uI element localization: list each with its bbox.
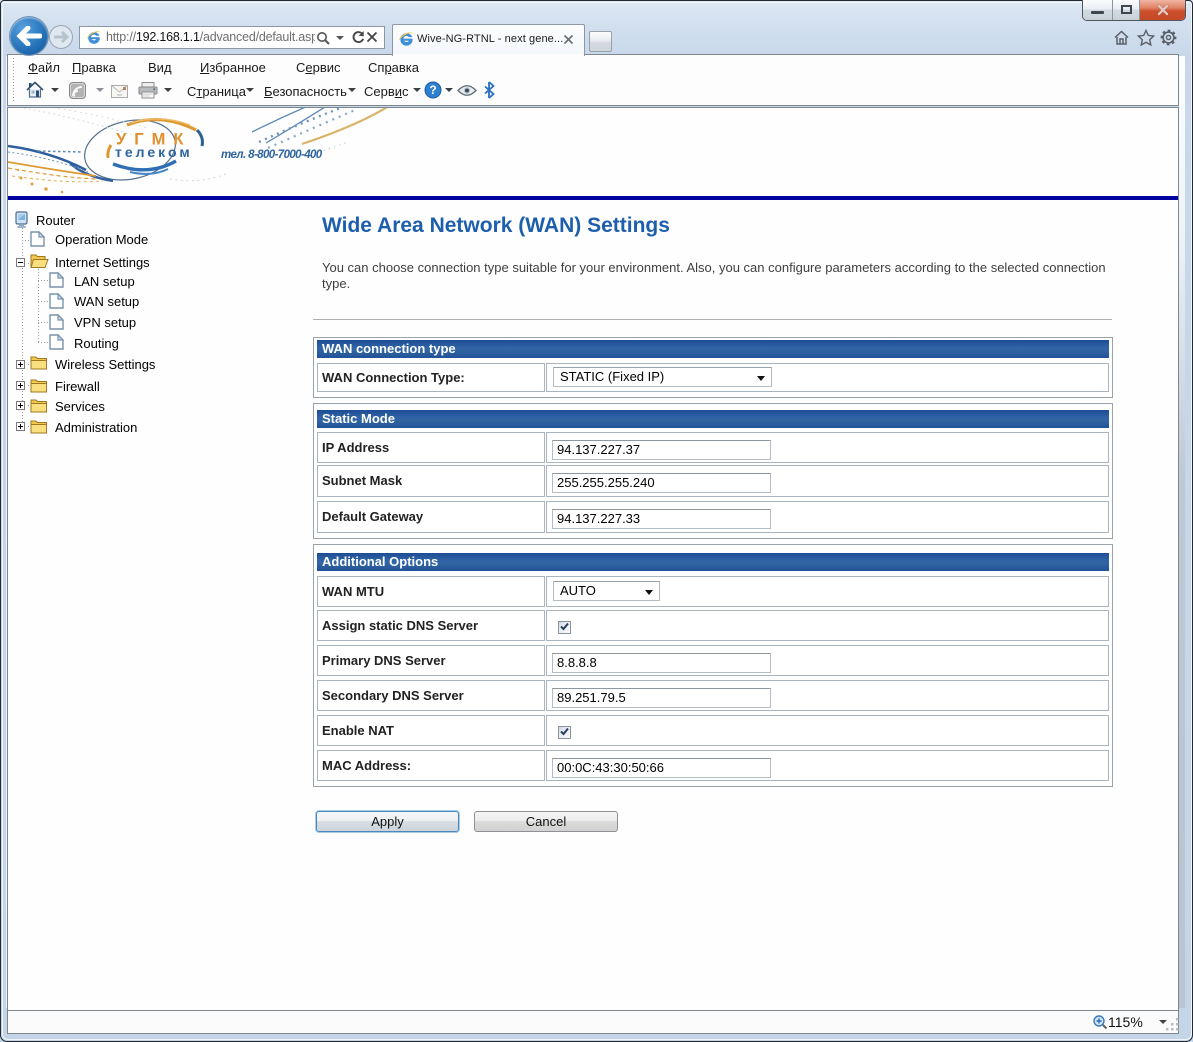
- svg-text:телеком: телеком: [115, 144, 193, 160]
- svg-text:?: ?: [429, 83, 436, 97]
- svg-text:тел. 8-800-7000-400: тел. 8-800-7000-400: [221, 149, 323, 161]
